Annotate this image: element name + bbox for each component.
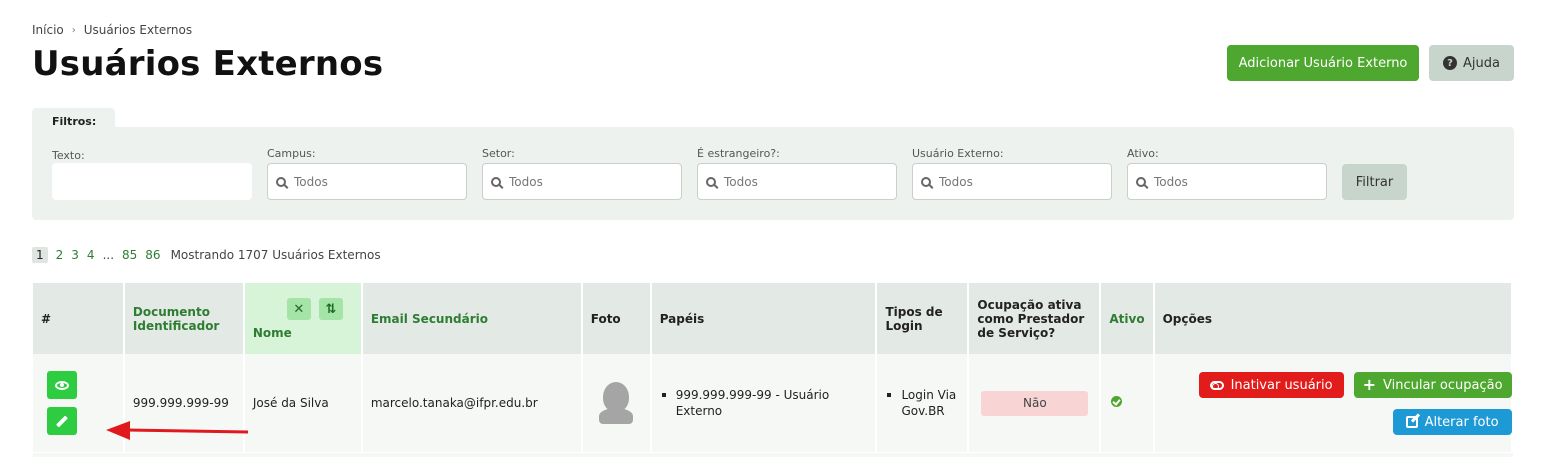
link-occupation-label: Vincular ocupação <box>1383 377 1503 393</box>
filter-ativo-value: Todos <box>1154 174 1188 189</box>
avatar-placeholder-icon <box>598 382 633 424</box>
filter-campus-value: Todos <box>294 174 328 189</box>
cell-papeis: 999.999.999-99 - Usuário Externo <box>650 354 878 452</box>
search-icon <box>706 176 716 187</box>
filter-estrangeiro-value: Todos <box>724 174 758 189</box>
plus-icon: + <box>1362 375 1377 394</box>
filter-setor-select[interactable]: Todos <box>482 163 682 200</box>
eye-icon <box>55 380 69 390</box>
column-header-tipos-login: Tipos de Login <box>876 283 970 354</box>
link-occupation-button[interactable]: + Vincular ocupação <box>1353 372 1512 398</box>
pagination-ellipsis: ... <box>102 248 115 262</box>
page-title: Usuários Externos <box>32 44 384 84</box>
filter-submit-button[interactable]: Filtrar <box>1342 164 1407 200</box>
breadcrumb-current: Usuários Externos <box>83 23 193 37</box>
edit-button[interactable] <box>47 407 77 435</box>
deactivate-user-label: Inativar usuário <box>1230 377 1333 393</box>
arrow-annotation <box>106 421 249 440</box>
question-circle-icon: ? <box>1443 56 1458 70</box>
table-row: 999.999.999-99 José da Silva marcelo.tan… <box>33 354 1514 452</box>
cell-nome: José da Silva <box>243 354 363 452</box>
view-button[interactable] <box>47 371 77 399</box>
change-photo-button[interactable]: Alterar foto <box>1392 409 1512 435</box>
table-header-row: # Documento Identificador ✕ ⇅ Nome Email… <box>33 283 1514 354</box>
column-header-index: # <box>33 283 125 354</box>
toggle-icon <box>1209 380 1224 390</box>
column-header-documento[interactable]: Documento Identificador <box>123 283 245 354</box>
filter-usuario-externo-value: Todos <box>939 174 973 189</box>
cell-tipos-login: Login Via Gov.BR <box>876 354 970 452</box>
chevron-right-icon: › <box>71 24 76 36</box>
column-header-ocupacao: Ocupação ativa como Prestador de Serviço… <box>968 283 1102 354</box>
check-circle-icon <box>1111 396 1123 407</box>
filter-texto-input[interactable] <box>52 163 252 200</box>
status-badge: Não <box>981 390 1089 416</box>
filter-ativo-label: Ativo: <box>1127 147 1159 160</box>
help-button[interactable]: ? Ajuda <box>1429 45 1514 81</box>
pagination-page-link[interactable]: 2 <box>56 248 64 262</box>
next-row-strip <box>33 453 1513 457</box>
cell-opcoes: Inativar usuário + Vincular ocupação Alt… <box>1153 354 1514 452</box>
help-button-label: Ajuda <box>1463 55 1500 71</box>
pagination-page-link[interactable]: 3 <box>71 248 79 262</box>
edit-icon <box>1405 416 1418 428</box>
pagination-current-page: 1 <box>32 247 48 263</box>
filter-texto-label: Texto: <box>52 149 85 162</box>
search-icon <box>491 176 501 187</box>
tipo-login-item: Login Via Gov.BR <box>885 387 959 419</box>
pencil-icon <box>55 414 69 428</box>
deactivate-user-button[interactable]: Inativar usuário <box>1198 372 1344 398</box>
column-header-foto: Foto <box>581 283 652 354</box>
search-icon <box>276 176 286 187</box>
search-icon <box>921 176 931 187</box>
search-icon <box>1136 176 1146 187</box>
change-photo-label: Alterar foto <box>1424 414 1499 430</box>
pagination-page-link[interactable]: 86 <box>145 248 160 262</box>
cell-foto <box>581 354 652 452</box>
filter-usuario-externo-select[interactable]: Todos <box>912 163 1112 200</box>
column-header-nome-label: Nome <box>252 326 292 340</box>
filter-setor-label: Setor: <box>482 147 515 160</box>
cell-ocupacao: Não <box>968 354 1102 452</box>
external-users-table: # Documento Identificador ✕ ⇅ Nome Email… <box>33 283 1514 452</box>
sort-icon[interactable]: ⇅ <box>318 298 343 320</box>
pagination-page-link[interactable]: 85 <box>122 248 137 262</box>
close-icon[interactable]: ✕ <box>286 298 311 320</box>
cell-email: marcelo.tanaka@ifpr.edu.br <box>361 354 583 452</box>
filter-usuario-externo-label: Usuário Externo: <box>912 147 1004 160</box>
column-header-opcoes: Opções <box>1153 283 1514 354</box>
pagination-page-link[interactable]: 4 <box>87 248 95 262</box>
filter-ativo-select[interactable]: Todos <box>1127 163 1327 200</box>
column-header-papeis: Papéis <box>650 283 878 354</box>
pagination: 1 2 3 4 ... 85 86 Mostrando 1707 Usuário… <box>32 247 381 263</box>
filter-campus-label: Campus: <box>267 147 316 160</box>
sort-tools: ✕ ⇅ <box>286 298 353 320</box>
filter-campus-select[interactable]: Todos <box>267 163 467 200</box>
add-external-user-button[interactable]: Adicionar Usuário Externo <box>1227 45 1419 81</box>
cell-ativo <box>1100 354 1155 452</box>
filter-estrangeiro-select[interactable]: Todos <box>697 163 897 200</box>
filter-estrangeiro-label: É estrangeiro?: <box>697 147 780 160</box>
breadcrumb-home-link[interactable]: Início <box>32 23 64 37</box>
column-header-ativo[interactable]: Ativo <box>1100 283 1155 354</box>
pagination-info: Mostrando 1707 Usuários Externos <box>170 248 381 262</box>
papel-item: 999.999.999-99 - Usuário Externo <box>660 387 868 419</box>
breadcrumb: Início › Usuários Externos <box>32 23 192 37</box>
column-header-nome[interactable]: ✕ ⇅ Nome <box>243 283 363 354</box>
filter-setor-value: Todos <box>509 174 543 189</box>
column-header-email[interactable]: Email Secundário <box>361 283 583 354</box>
